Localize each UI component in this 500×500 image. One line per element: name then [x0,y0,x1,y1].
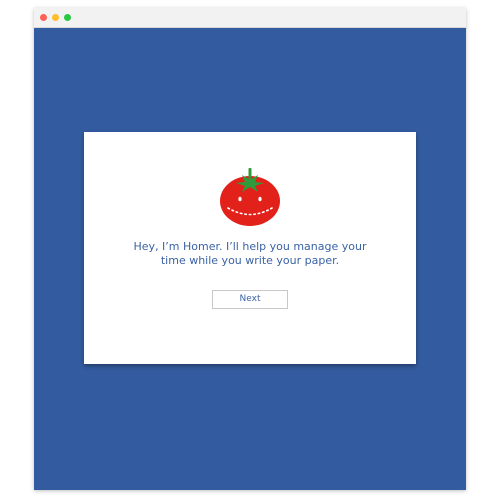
welcome-message-line-1: Hey, I’m Homer. I’ll help you manage you… [133,240,367,253]
next-button[interactable]: Next [212,290,288,309]
close-window-button[interactable] [40,14,47,21]
app-window: Hey, I’m Homer. I’ll help you manage you… [34,8,466,490]
onboarding-dialog: Hey, I’m Homer. I’ll help you manage you… [84,132,416,364]
maximize-window-button[interactable] [64,14,71,21]
welcome-message-line-2: time while you write your paper. [160,254,340,267]
window-titlebar [34,8,466,28]
minimize-window-button[interactable] [52,14,59,21]
welcome-message: Hey, I’m Homer. I’ll help you manage you… [100,240,400,268]
tomato-timer-icon [218,166,282,230]
